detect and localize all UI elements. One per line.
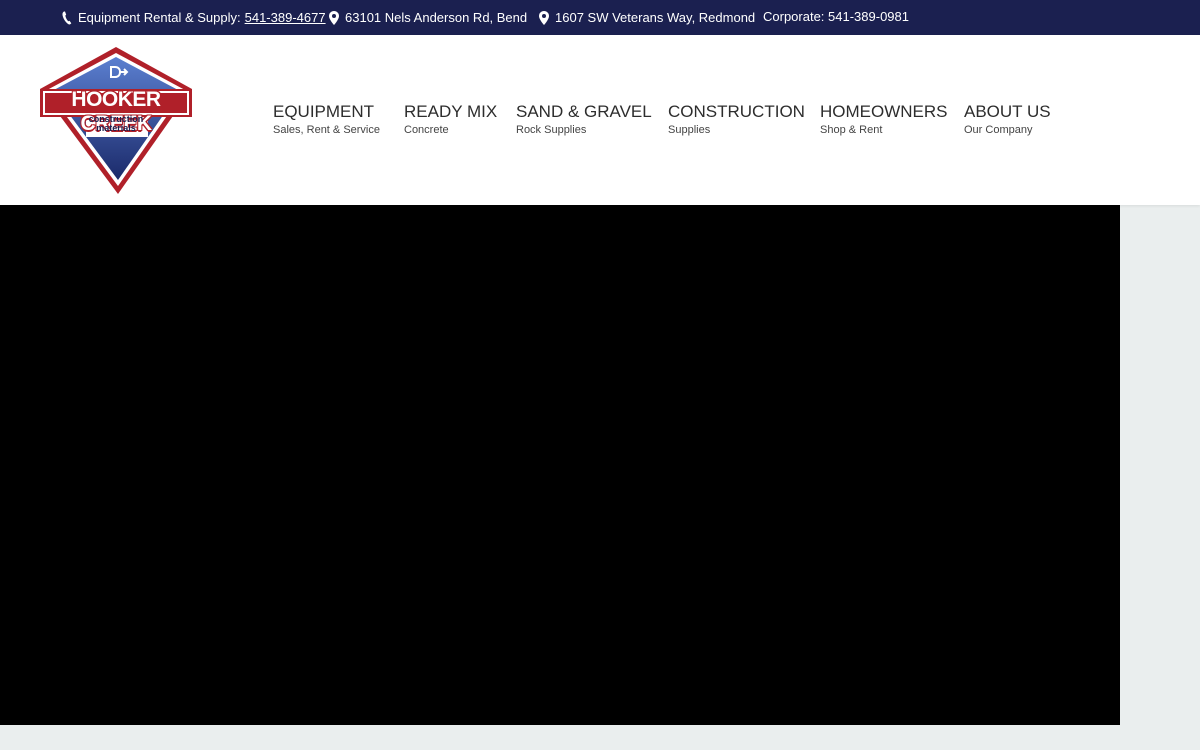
nav-construction[interactable]: CONSTRUCTION Supplies bbox=[668, 102, 805, 136]
nav-sand-gravel[interactable]: SAND & GRAVEL Rock Supplies bbox=[516, 102, 652, 136]
nav-label: SAND & GRAVEL bbox=[516, 102, 652, 121]
nav-sublabel: Concrete bbox=[404, 124, 449, 136]
phone-icon bbox=[62, 11, 72, 25]
nav-ready-mix[interactable]: READY MIX Concrete bbox=[404, 102, 497, 136]
corporate-phone: Corporate: 541-389-0981 bbox=[763, 9, 909, 24]
nav-label: EQUIPMENT bbox=[273, 102, 375, 121]
address-bend-text[interactable]: 63101 Nels Anderson Rd, Bend bbox=[345, 10, 527, 25]
nav-sublabel: Our Company bbox=[964, 124, 1033, 136]
equipment-contact: Equipment Rental & Supply: 541-389-4677 bbox=[62, 10, 326, 25]
map-pin-icon bbox=[329, 10, 339, 25]
nav-label: ABOUT US bbox=[964, 102, 1051, 121]
nav-label: READY MIX bbox=[404, 102, 498, 121]
corporate-phone-text[interactable]: Corporate: 541-389-0981 bbox=[763, 9, 909, 24]
hooker-creek-logo[interactable]: HOOKER CREEK construction materials bbox=[38, 45, 194, 195]
nav-sublabel: Sales, Rent & Service bbox=[273, 124, 380, 136]
equipment-label: Equipment Rental & Supply: bbox=[78, 10, 241, 25]
nav-homeowners[interactable]: HOMEOWNERS Shop & Rent bbox=[820, 102, 948, 136]
logo-subtitle-line2: materials bbox=[96, 123, 136, 133]
nav-sublabel: Rock Supplies bbox=[516, 124, 587, 136]
hero-video[interactable] bbox=[0, 205, 1120, 725]
nav-label: HOMEOWNERS bbox=[820, 102, 948, 121]
address-redmond: 1607 SW Veterans Way, Redmond bbox=[539, 10, 755, 25]
top-info-bar: Equipment Rental & Supply: 541-389-4677 … bbox=[0, 0, 1200, 35]
nav-about-us[interactable]: ABOUT US Our Company bbox=[964, 102, 1051, 136]
nav-label: CONSTRUCTION bbox=[668, 102, 805, 121]
nav-sublabel: Supplies bbox=[668, 124, 711, 136]
map-pin-icon bbox=[539, 10, 549, 25]
site-header: HOOKER CREEK construction materials EQUI… bbox=[0, 35, 1200, 205]
nav-sublabel: Shop & Rent bbox=[820, 124, 883, 136]
address-bend: 63101 Nels Anderson Rd, Bend bbox=[329, 10, 527, 25]
nav-equipment[interactable]: EQUIPMENT Sales, Rent & Service bbox=[273, 102, 380, 136]
equipment-phone-link[interactable]: 541-389-4677 bbox=[245, 10, 326, 25]
address-redmond-text[interactable]: 1607 SW Veterans Way, Redmond bbox=[555, 10, 755, 25]
